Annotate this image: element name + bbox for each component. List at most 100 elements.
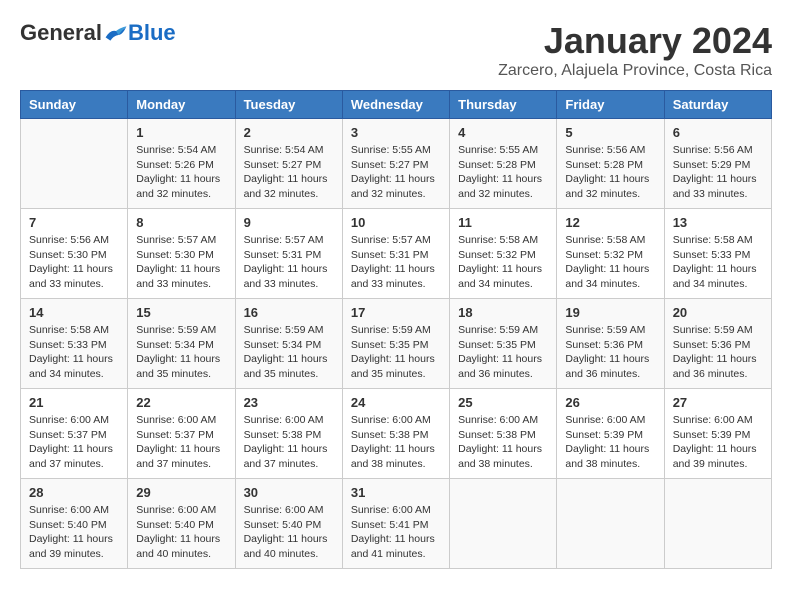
calendar-cell: 8 Sunrise: 5:57 AMSunset: 5:30 PMDaylight…	[128, 209, 235, 299]
day-number: 21	[29, 395, 119, 410]
calendar-cell: 24Sunrise: 6:00 AMSunset: 5:38 PMDayligh…	[342, 389, 449, 479]
day-info: Sunrise: 5:56 AMSunset: 5:30 PMDaylight:…	[29, 233, 119, 292]
month-title: January 2024	[498, 20, 772, 62]
day-number: 28	[29, 485, 119, 500]
calendar-cell	[664, 479, 771, 569]
day-number: 9	[244, 215, 334, 230]
header-friday: Friday	[557, 91, 664, 119]
location-subtitle: Zarcero, Alajuela Province, Costa Rica	[498, 62, 772, 80]
calendar-cell	[450, 479, 557, 569]
day-number: 14	[29, 305, 119, 320]
day-info: Sunrise: 5:55 AMSunset: 5:28 PMDaylight:…	[458, 143, 548, 202]
calendar-header-row: SundayMondayTuesdayWednesdayThursdayFrid…	[21, 91, 772, 119]
calendar-cell: 7 Sunrise: 5:56 AMSunset: 5:30 PMDaylight…	[21, 209, 128, 299]
day-number: 22	[136, 395, 226, 410]
day-info: Sunrise: 5:58 AMSunset: 5:33 PMDaylight:…	[29, 323, 119, 382]
calendar-cell: 3 Sunrise: 5:55 AMSunset: 5:27 PMDaylight…	[342, 119, 449, 209]
day-info: Sunrise: 5:59 AMSunset: 5:36 PMDaylight:…	[565, 323, 655, 382]
day-info: Sunrise: 5:59 AMSunset: 5:34 PMDaylight:…	[136, 323, 226, 382]
calendar-cell: 29 Sunrise: 6:00 AMSunset: 5:40 PMDayligh…	[128, 479, 235, 569]
day-number: 23	[244, 395, 334, 410]
header-wednesday: Wednesday	[342, 91, 449, 119]
day-number: 2	[244, 125, 334, 140]
day-info: Sunrise: 5:58 AMSunset: 5:33 PMDaylight:…	[673, 233, 763, 292]
calendar-week-row: 28 Sunrise: 6:00 AMSunset: 5:40 PMDayligh…	[21, 479, 772, 569]
logo-bird-icon	[104, 23, 128, 43]
calendar-week-row: 14 Sunrise: 5:58 AMSunset: 5:33 PMDayligh…	[21, 299, 772, 389]
day-info: Sunrise: 6:00 AMSunset: 5:41 PMDaylight:…	[351, 503, 441, 562]
calendar-cell: 2 Sunrise: 5:54 AMSunset: 5:27 PMDaylight…	[235, 119, 342, 209]
day-info: Sunrise: 5:57 AMSunset: 5:31 PMDaylight:…	[351, 233, 441, 292]
day-number: 26	[565, 395, 655, 410]
day-number: 7	[29, 215, 119, 230]
day-number: 16	[244, 305, 334, 320]
day-info: Sunrise: 5:58 AMSunset: 5:32 PMDaylight:…	[565, 233, 655, 292]
day-number: 29	[136, 485, 226, 500]
day-info: Sunrise: 5:54 AMSunset: 5:27 PMDaylight:…	[244, 143, 334, 202]
day-info: Sunrise: 5:56 AMSunset: 5:29 PMDaylight:…	[673, 143, 763, 202]
header-thursday: Thursday	[450, 91, 557, 119]
calendar-cell: 9Sunrise: 5:57 AMSunset: 5:31 PMDaylight…	[235, 209, 342, 299]
calendar-cell: 25 Sunrise: 6:00 AMSunset: 5:38 PMDayligh…	[450, 389, 557, 479]
day-number: 8	[136, 215, 226, 230]
day-info: Sunrise: 5:54 AMSunset: 5:26 PMDaylight:…	[136, 143, 226, 202]
day-info: Sunrise: 6:00 AMSunset: 5:37 PMDaylight:…	[29, 413, 119, 472]
day-info: Sunrise: 5:55 AMSunset: 5:27 PMDaylight:…	[351, 143, 441, 202]
calendar-cell: 23 Sunrise: 6:00 AMSunset: 5:38 PMDayligh…	[235, 389, 342, 479]
logo-blue-text: Blue	[128, 20, 176, 46]
day-info: Sunrise: 5:58 AMSunset: 5:32 PMDaylight:…	[458, 233, 548, 292]
day-info: Sunrise: 6:00 AMSunset: 5:39 PMDaylight:…	[565, 413, 655, 472]
calendar-cell: 17 Sunrise: 5:59 AMSunset: 5:35 PMDayligh…	[342, 299, 449, 389]
calendar-cell: 22Sunrise: 6:00 AMSunset: 5:37 PMDayligh…	[128, 389, 235, 479]
calendar-cell: 26 Sunrise: 6:00 AMSunset: 5:39 PMDayligh…	[557, 389, 664, 479]
day-number: 15	[136, 305, 226, 320]
day-number: 19	[565, 305, 655, 320]
day-info: Sunrise: 5:59 AMSunset: 5:35 PMDaylight:…	[351, 323, 441, 382]
calendar-cell: 15 Sunrise: 5:59 AMSunset: 5:34 PMDayligh…	[128, 299, 235, 389]
calendar-cell: 11 Sunrise: 5:58 AMSunset: 5:32 PMDayligh…	[450, 209, 557, 299]
day-number: 25	[458, 395, 548, 410]
calendar-cell: 16Sunrise: 5:59 AMSunset: 5:34 PMDayligh…	[235, 299, 342, 389]
day-info: Sunrise: 5:57 AMSunset: 5:30 PMDaylight:…	[136, 233, 226, 292]
title-block: January 2024 Zarcero, Alajuela Province,…	[498, 20, 772, 80]
calendar-cell: 27 Sunrise: 6:00 AMSunset: 5:39 PMDayligh…	[664, 389, 771, 479]
day-info: Sunrise: 5:59 AMSunset: 5:36 PMDaylight:…	[673, 323, 763, 382]
day-number: 4	[458, 125, 548, 140]
header-saturday: Saturday	[664, 91, 771, 119]
day-info: Sunrise: 5:59 AMSunset: 5:35 PMDaylight:…	[458, 323, 548, 382]
calendar-cell: 21 Sunrise: 6:00 AMSunset: 5:37 PMDayligh…	[21, 389, 128, 479]
logo-general-text: General	[20, 20, 102, 46]
calendar-table: SundayMondayTuesdayWednesdayThursdayFrid…	[20, 90, 772, 569]
calendar-cell: 10Sunrise: 5:57 AMSunset: 5:31 PMDayligh…	[342, 209, 449, 299]
day-number: 12	[565, 215, 655, 230]
calendar-cell: 1Sunrise: 5:54 AMSunset: 5:26 PMDaylight…	[128, 119, 235, 209]
header-tuesday: Tuesday	[235, 91, 342, 119]
day-number: 31	[351, 485, 441, 500]
day-info: Sunrise: 6:00 AMSunset: 5:38 PMDaylight:…	[244, 413, 334, 472]
day-info: Sunrise: 6:00 AMSunset: 5:38 PMDaylight:…	[351, 413, 441, 472]
calendar-cell: 6Sunrise: 5:56 AMSunset: 5:29 PMDaylight…	[664, 119, 771, 209]
day-number: 3	[351, 125, 441, 140]
day-info: Sunrise: 6:00 AMSunset: 5:38 PMDaylight:…	[458, 413, 548, 472]
calendar-cell	[21, 119, 128, 209]
calendar-cell: 19 Sunrise: 5:59 AMSunset: 5:36 PMDayligh…	[557, 299, 664, 389]
day-info: Sunrise: 5:56 AMSunset: 5:28 PMDaylight:…	[565, 143, 655, 202]
day-number: 18	[458, 305, 548, 320]
logo: General Blue	[20, 20, 176, 46]
calendar-cell: 14 Sunrise: 5:58 AMSunset: 5:33 PMDayligh…	[21, 299, 128, 389]
header-monday: Monday	[128, 91, 235, 119]
calendar-week-row: 21 Sunrise: 6:00 AMSunset: 5:37 PMDayligh…	[21, 389, 772, 479]
calendar-cell: 31 Sunrise: 6:00 AMSunset: 5:41 PMDayligh…	[342, 479, 449, 569]
day-number: 5	[565, 125, 655, 140]
calendar-cell: 4 Sunrise: 5:55 AMSunset: 5:28 PMDaylight…	[450, 119, 557, 209]
day-info: Sunrise: 6:00 AMSunset: 5:40 PMDaylight:…	[136, 503, 226, 562]
calendar-cell: 20Sunrise: 5:59 AMSunset: 5:36 PMDayligh…	[664, 299, 771, 389]
day-number: 27	[673, 395, 763, 410]
day-number: 30	[244, 485, 334, 500]
day-number: 13	[673, 215, 763, 230]
calendar-week-row: 1Sunrise: 5:54 AMSunset: 5:26 PMDaylight…	[21, 119, 772, 209]
day-info: Sunrise: 6:00 AMSunset: 5:39 PMDaylight:…	[673, 413, 763, 472]
day-number: 11	[458, 215, 548, 230]
day-number: 17	[351, 305, 441, 320]
calendar-cell: 5 Sunrise: 5:56 AMSunset: 5:28 PMDaylight…	[557, 119, 664, 209]
